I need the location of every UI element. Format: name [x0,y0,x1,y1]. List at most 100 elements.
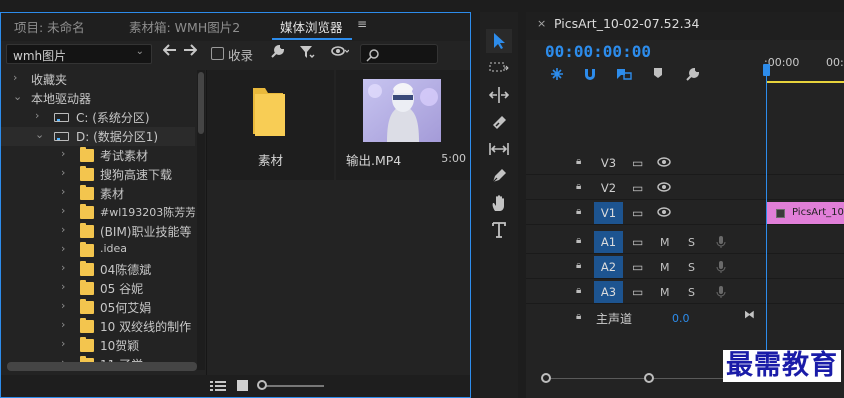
timeline-zoom-handle-left[interactable] [541,373,551,383]
tree-item-favorites[interactable]: › 收藏夹 [1,70,195,89]
tree-folder[interactable]: › 05 谷妮 [1,279,195,298]
wrench-icon[interactable] [269,44,285,64]
playhead-timecode[interactable]: 00:00:00:00 [545,42,651,61]
tree-scrollbar-thumb[interactable] [198,72,204,134]
timeline-zoom-handle-right[interactable] [644,373,654,383]
mute-button[interactable]: M [660,286,670,299]
sync-lock-icon[interactable]: ▭ [632,206,643,220]
tree-folder[interactable]: › #wl193203陈芳芳 [1,203,195,222]
track-target-a3[interactable]: A3 [594,281,623,304]
media-item-folder[interactable]: 素材 [207,70,334,180]
chevron-right-icon[interactable]: › [61,204,65,217]
master-volume-value[interactable]: 0.0 [672,312,690,325]
lock-icon[interactable]: 🔒︎ [576,206,581,217]
chevron-right-icon[interactable]: › [61,242,65,255]
type-tool[interactable] [486,218,512,242]
selection-tool[interactable] [486,29,512,53]
track-target-v2[interactable]: V2 [594,177,623,200]
chevron-right-icon[interactable]: › [35,109,39,122]
linked-selection-icon[interactable] [616,67,632,85]
solo-button[interactable]: S [688,286,695,299]
solo-button[interactable]: S [688,261,695,274]
track-target-a2[interactable]: A2 [594,256,623,279]
microphone-icon[interactable] [716,235,726,252]
lock-icon[interactable]: 🔒︎ [576,156,581,167]
lock-icon[interactable]: 🔒︎ [576,311,581,322]
ripple-edit-tool[interactable] [486,83,512,107]
sync-lock-icon[interactable]: ▭ [632,156,643,170]
chevron-down-icon[interactable]: ⌄ [35,128,44,141]
track-target-v3[interactable]: V3 [594,152,623,175]
microphone-icon[interactable] [716,285,726,302]
chevron-right-icon[interactable]: › [61,299,65,312]
tree-folder[interactable]: › 搜狗高速下载 [1,165,195,184]
sync-lock-icon[interactable]: ▭ [632,235,643,249]
tab-project[interactable]: 项目: 未命名 [14,17,85,36]
media-item-video[interactable]: 输出.MP4 5:00 [336,70,470,180]
tree-folder[interactable]: › (BIM)职业技能等 [1,222,195,241]
microphone-icon[interactable] [716,260,726,277]
tree-folder[interactable]: › .idea [1,241,195,260]
chevron-right-icon[interactable]: › [61,166,65,179]
track-select-tool[interactable] [486,56,512,80]
tree-horizontal-scrollbar[interactable] [7,362,197,371]
eye-icon[interactable] [657,206,671,220]
thumbnail-zoom-slider[interactable] [257,380,267,390]
tree-folder[interactable]: › 考试素材 [1,146,195,165]
chevron-right-icon[interactable]: › [61,261,65,274]
tab-bin[interactable]: 素材箱: WMH图片2 [129,17,240,36]
lock-icon[interactable]: 🔒︎ [576,181,581,192]
chevron-right-icon[interactable]: › [61,147,65,160]
tree-folder[interactable]: › 10贺颖 [1,336,195,355]
tree-item-drive-d[interactable]: ⌄ D: (数据分区1) [1,127,195,146]
thumbnail-zoom-track[interactable] [264,385,324,387]
tab-media-browser[interactable]: 媒体浏览器 [280,17,343,36]
back-arrow-icon[interactable] [162,44,177,60]
sync-lock-icon[interactable]: ▭ [632,181,643,195]
track-target-a1[interactable]: A1 [594,231,623,254]
slip-tool[interactable] [486,137,512,161]
lock-icon[interactable]: 🔒︎ [576,235,581,246]
chevron-down-icon[interactable]: ⌄ [13,90,22,103]
icon-view-icon[interactable] [236,379,249,392]
lock-icon[interactable]: 🔒︎ [576,285,581,296]
eye-icon[interactable] [657,156,671,170]
razor-tool[interactable] [486,110,512,134]
tree-scrollbar[interactable] [197,70,205,370]
filter-icon[interactable] [299,44,315,64]
pen-tool[interactable] [486,164,512,188]
chevron-right-icon[interactable]: › [61,318,65,331]
timeline-settings-wrench-icon[interactable] [684,67,700,87]
work-area-bar[interactable] [767,81,844,83]
forward-arrow-icon[interactable] [183,44,198,60]
search-input[interactable] [360,44,438,64]
hamburger-icon[interactable]: ≡ [357,17,367,31]
list-view-icon[interactable] [210,380,226,392]
eye-icon[interactable] [657,181,671,195]
chevron-right-icon[interactable]: › [61,337,65,350]
tree-folder[interactable]: › 素材 [1,184,195,203]
location-dropdown[interactable]: wmh图片 ⌄ [6,44,152,64]
go-to-out-icon[interactable]: ⧓ [744,308,755,321]
track-target-v1[interactable]: V1 [594,202,623,225]
add-marker-icon[interactable] [653,67,663,83]
chevron-right-icon[interactable]: › [61,223,65,236]
tree-item-drive-c[interactable]: › C: (系统分区) [1,108,195,127]
solo-button[interactable]: S [688,236,695,249]
sync-lock-icon[interactable]: ▭ [632,260,643,274]
nest-sequence-icon[interactable] [550,67,564,85]
close-icon[interactable]: × [537,17,546,30]
tree-folder[interactable]: › 10 双绞线的制作 [1,317,195,336]
view-eye-icon[interactable] [331,44,350,62]
chevron-right-icon[interactable]: › [61,185,65,198]
mute-button[interactable]: M [660,236,670,249]
tree-folder[interactable]: › 05何艾娟 [1,298,195,317]
sync-lock-icon[interactable]: ▭ [632,285,643,299]
chevron-right-icon[interactable]: › [13,71,17,84]
tree-folder[interactable]: › 04陈德斌 [1,260,195,279]
collect-checkbox[interactable] [211,47,224,60]
tree-item-local-drives[interactable]: ⌄ 本地驱动器 [1,89,195,108]
snap-magnet-icon[interactable] [583,67,597,85]
timeline-clip[interactable]: PicsArt_10-0 [766,202,844,225]
chevron-right-icon[interactable]: › [61,280,65,293]
